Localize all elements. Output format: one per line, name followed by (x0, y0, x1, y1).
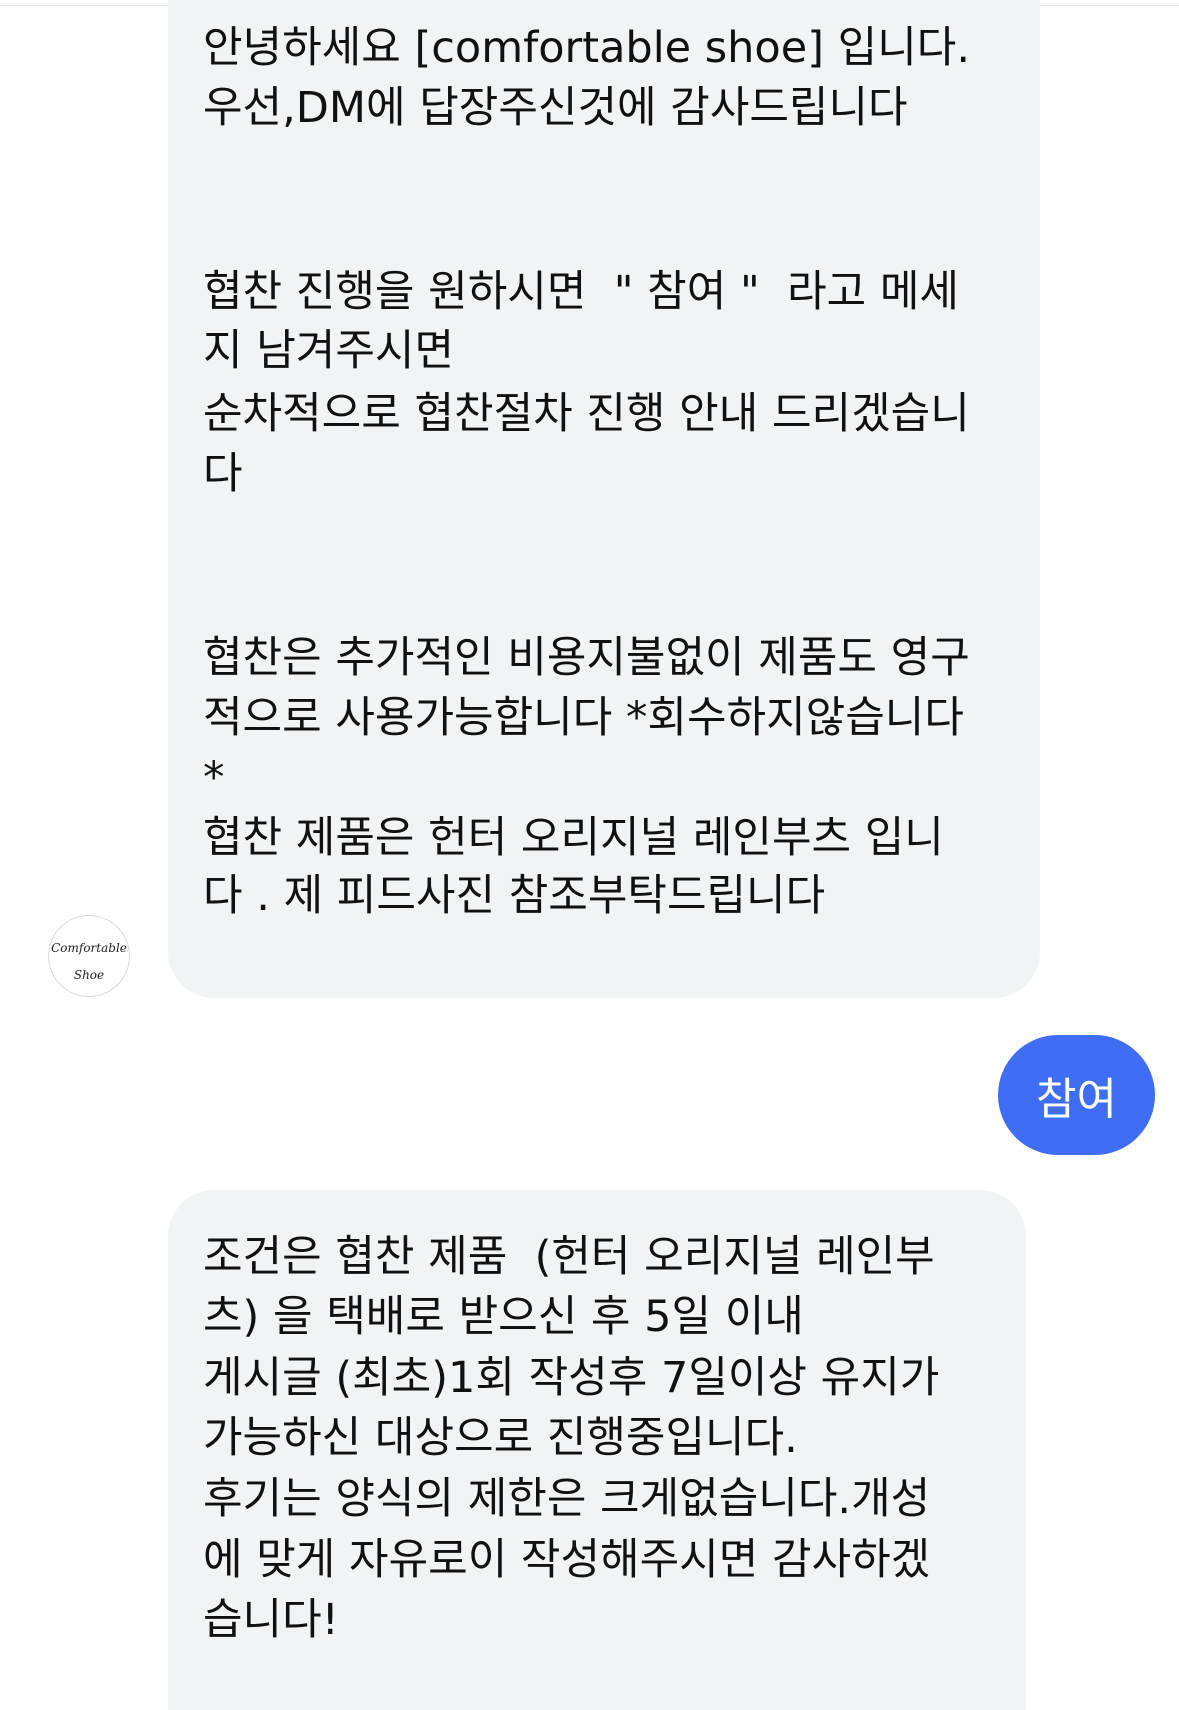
message-text-line: 적으로 사용가능합니다 *회수하지않습니다 (203, 693, 964, 743)
message-text-line: 다 (203, 449, 243, 499)
message-text-line: 지 남겨주시면 (203, 326, 455, 376)
message-text-line: 다 . 제 피드사진 참조부탁드립니다 (203, 871, 826, 921)
message-text-line: 후기는 양식의 제한은 크게없습니다.개성 (203, 1474, 931, 1524)
avatar-logo-text: Shoe (73, 968, 105, 982)
received-message-bubble[interactable]: 안녕하세요 [comfortable shoe] 입니다. 우선,DM에 답장주… (168, 0, 1040, 998)
received-message-bubble[interactable]: 조건은 협찬 제품 (헌터 오리지널 레인부 츠) 을 택배로 받으신 후 5일… (168, 1190, 1026, 1710)
message-text-line: 조건은 협찬 제품 (헌터 오리지널 레인부 (203, 1232, 935, 1282)
sender-avatar[interactable]: Comfortable Shoe (48, 915, 130, 997)
sent-message-bubble[interactable]: 참여 (998, 1035, 1155, 1155)
message-text-line: 에 맞게 자유로이 작성해주시면 감사하겠 (203, 1535, 931, 1585)
message-text-line: 가능하신 대상으로 진행중입니다. (203, 1413, 798, 1463)
message-text-line: 습니다! (203, 1595, 339, 1645)
message-text-line: 안녕하세요 [comfortable shoe] 입니다. (203, 23, 970, 73)
message-text-line: 협찬 진행을 원하시면 " 참여 " 라고 메세 (203, 267, 959, 317)
message-text-line: 우선,DM에 답장주신것에 감사드립니다 (203, 83, 908, 133)
message-text-line: 게시글 (최초)1회 작성후 7일이상 유지가 (203, 1353, 940, 1403)
message-text-line: 협찬 제품은 헌터 오리지널 레인부츠 입니 (203, 813, 944, 863)
message-text-line: 협찬은 추가적인 비용지불없이 제품도 영구 (203, 633, 970, 683)
message-text-line: 츠) 을 택배로 받으신 후 5일 이내 (203, 1292, 804, 1342)
message-text-line: * (203, 753, 225, 803)
sent-message-text: 참여 (1036, 1074, 1117, 1125)
avatar-logo-text: Comfortable (51, 941, 127, 955)
message-text-line: 순차적으로 협찬절차 진행 안내 드리겠습니 (203, 389, 970, 439)
